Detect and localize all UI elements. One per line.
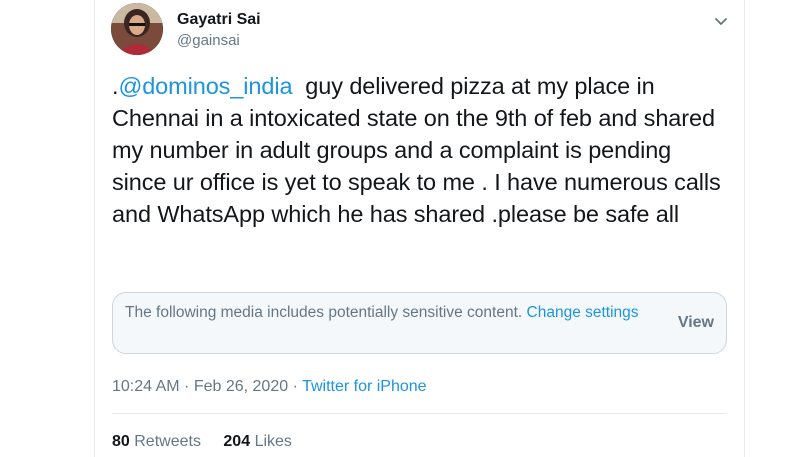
divider — [112, 413, 727, 414]
notice-message: The following media includes potentially… — [125, 304, 527, 321]
likes-count: 204 — [223, 433, 251, 450]
tweet-meta: 10:24 AM · Feb 26, 2020 · Twitter for iP… — [112, 378, 427, 396]
user-handle[interactable]: @gainsai — [177, 32, 240, 49]
tweet-stats: 80 Retweets 204 Likes — [112, 433, 310, 451]
profile-photo-icon — [111, 3, 163, 55]
notice-text: The following media includes potentially… — [125, 302, 645, 323]
mention-link[interactable]: @dominos_india — [118, 73, 292, 99]
display-name[interactable]: Gayatri Sai — [177, 11, 261, 29]
tweet-date[interactable]: Feb 26, 2020 — [194, 378, 288, 395]
retweets-label: Retweets — [134, 433, 201, 450]
view-button[interactable]: View — [678, 314, 714, 332]
likes-stat[interactable]: 204 Likes — [223, 433, 292, 450]
sensitive-content-notice: The following media includes potentially… — [112, 292, 727, 354]
meta-separator: · — [179, 378, 194, 395]
chevron-down-icon[interactable] — [712, 12, 730, 30]
avatar[interactable] — [111, 3, 163, 55]
tweet-time[interactable]: 10:24 AM — [112, 378, 180, 395]
meta-separator: · — [288, 378, 303, 395]
tweet-source-link[interactable]: Twitter for iPhone — [302, 378, 427, 395]
tweet-card: Gayatri Sai @gainsai .@dominos_india guy… — [94, 0, 745, 457]
change-settings-link[interactable]: Change settings — [527, 304, 639, 321]
retweets-count: 80 — [112, 433, 130, 450]
likes-label: Likes — [254, 433, 292, 450]
retweets-stat[interactable]: 80 Retweets — [112, 433, 201, 450]
tweet-text: .@dominos_india guy delivered pizza at m… — [112, 70, 722, 230]
